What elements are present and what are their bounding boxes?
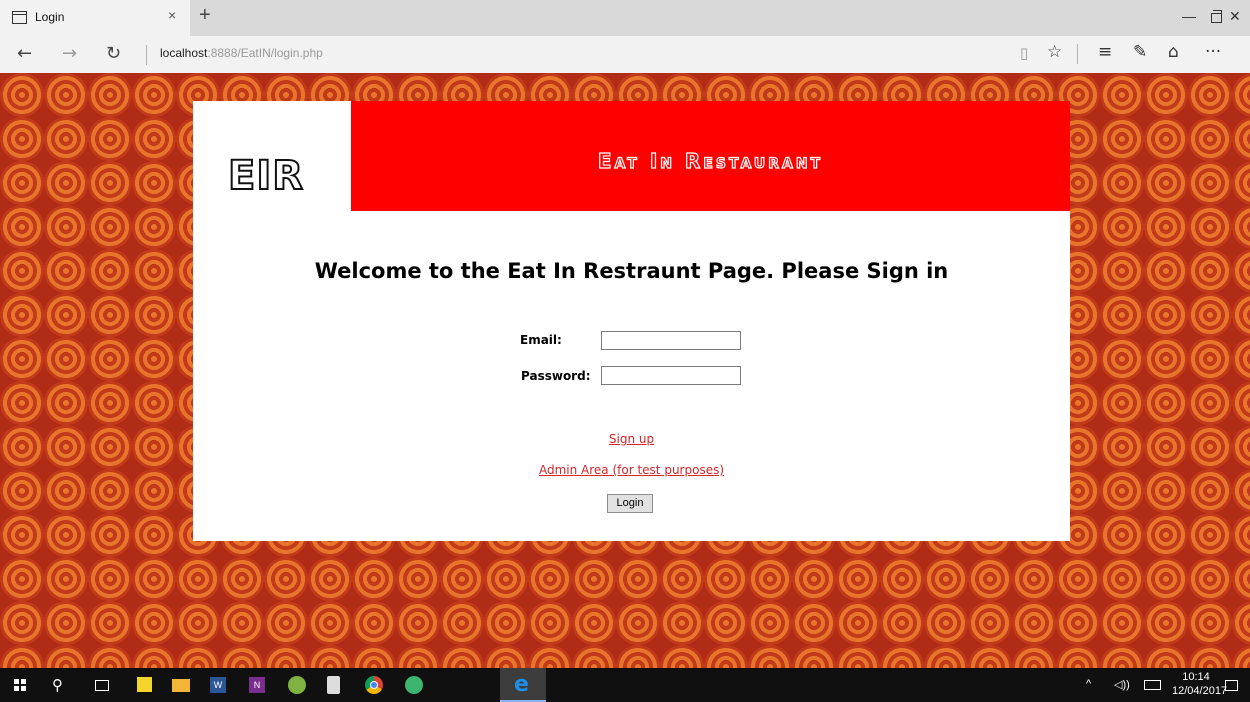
share-icon[interactable]: ⌂ [1168,42,1179,62]
clock-date: 12/04/2017 [1172,685,1228,697]
web-note-icon[interactable]: ✎ [1133,42,1147,62]
onenote-icon[interactable]: N [249,677,265,693]
login-button[interactable]: Login [607,494,653,513]
edge-icon[interactable]: e [514,672,529,697]
task-view-icon[interactable] [95,680,109,691]
restore-button[interactable] [1211,10,1222,23]
new-tab-button[interactable]: + [199,4,211,27]
login-card: EIR Eat In Restaurant Welcome to the Eat… [193,101,1070,541]
welcome-heading: Welcome to the Eat In Restraunt Page. Pl… [314,259,949,283]
reading-view-icon[interactable]: ▯ [1020,44,1028,62]
site-logo: EIR [227,153,305,199]
search-icon[interactable]: ⚲ [52,676,72,696]
divider [146,45,147,65]
sign-up-link[interactable]: Sign up [193,432,1070,446]
tab-login[interactable]: Login × [0,0,190,36]
site-title: Eat In Restaurant [597,148,824,173]
tab-close-icon[interactable]: × [168,7,176,23]
close-window-button[interactable]: ✕ [1229,8,1241,25]
logo-box: EIR [193,101,351,211]
keyboard-icon[interactable] [1144,680,1161,690]
address-bar: ← → ↻ localhost:8888/EatIN/login.php ▯ ☆… [0,36,1250,73]
taskbar: ⚲ W N e ^ ◁)) 10:14 12/04/2017 [0,668,1250,702]
clock[interactable]: 10:14 12/04/2017 [1172,670,1228,698]
app-icon[interactable] [405,676,423,694]
word-icon[interactable]: W [210,677,226,693]
page-icon [12,11,27,24]
refresh-button[interactable]: ↻ [106,43,121,64]
device-icon[interactable] [327,676,340,694]
hub-icon[interactable]: ≡ [1098,42,1112,62]
volume-icon[interactable]: ◁)) [1114,678,1130,691]
notifications-icon[interactable] [1225,680,1238,691]
admin-area-link[interactable]: Admin Area (for test purposes) [193,463,1070,477]
divider [1077,44,1078,64]
password-label: Password: [521,369,591,383]
sticky-notes-icon[interactable] [137,677,152,692]
header-banner: Eat In Restaurant [351,101,1070,211]
url-host: localhost [160,46,208,60]
email-label: Email: [520,333,562,347]
email-field[interactable] [601,331,741,350]
more-icon[interactable]: ··· [1205,42,1221,62]
favorites-star-icon[interactable]: ☆ [1047,42,1062,62]
password-field[interactable] [601,366,741,385]
tab-strip: Login × + — ✕ [0,0,1250,36]
tray-expand-icon[interactable]: ^ [1086,678,1091,690]
android-studio-icon[interactable] [288,676,306,694]
windows-start-icon[interactable] [14,679,26,691]
url-path: :8888/EatIN/login.php [207,46,323,60]
url-field[interactable]: localhost:8888/EatIN/login.php [160,46,323,60]
back-button[interactable]: ← [17,43,32,64]
chrome-icon[interactable] [365,676,383,694]
clock-time: 10:14 [1182,671,1210,683]
file-explorer-icon[interactable] [172,679,190,692]
tab-title: Login [35,10,65,24]
forward-button[interactable]: → [62,43,77,64]
minimize-button[interactable]: — [1182,8,1196,24]
page-viewport: EIR Eat In Restaurant Welcome to the Eat… [0,73,1250,668]
